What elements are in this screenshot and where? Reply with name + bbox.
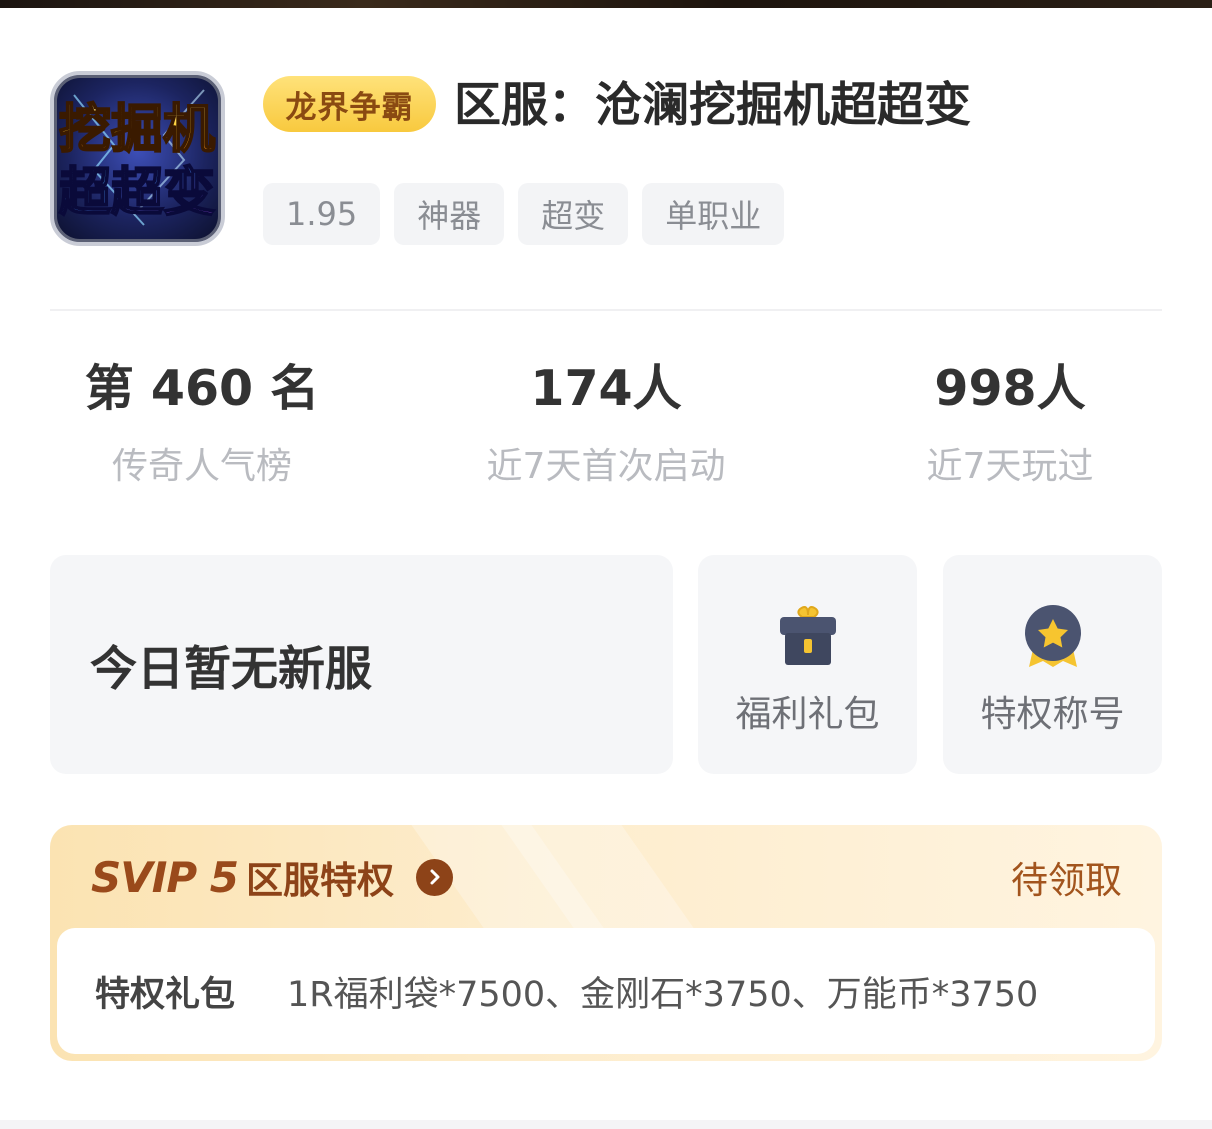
icon-text-line2: 超超变	[59, 163, 215, 223]
new-server-card[interactable]: 今日暂无新服	[50, 555, 673, 774]
bottom-divider	[0, 1120, 1212, 1129]
divider	[50, 309, 1162, 311]
tag-version[interactable]: 1.95	[263, 183, 381, 245]
stat-first-launch-value: 174人	[530, 360, 682, 417]
stat-ranking-label: 传奇人气榜	[111, 446, 292, 487]
tag-artifact[interactable]: 神器	[394, 183, 505, 245]
stat-ranking[interactable]: 第 460 名 传奇人气榜	[2, 356, 402, 492]
new-server-text: 今日暂无新服	[90, 642, 372, 697]
stat-ranking-value: 第 460 名	[84, 360, 320, 417]
medal-star-icon	[1024, 605, 1081, 667]
stat-played-value: 998人	[934, 360, 1086, 417]
svip-level-logo: SVIP 5	[91, 852, 239, 902]
stat-played: 998人 近7天玩过	[810, 356, 1210, 492]
guild-badge[interactable]: 龙界争霸	[263, 76, 436, 132]
chevron-right-icon[interactable]	[416, 858, 454, 896]
gift-box-icon	[779, 606, 836, 665]
svip-privilege-panel: SVIP 5 区服特权 待领取 特权礼包 1R福利袋*7500、金刚石*3750…	[50, 825, 1162, 1061]
gift-pack-label: 福利礼包	[735, 694, 880, 735]
stat-first-launch-label: 近7天首次启动	[486, 446, 726, 487]
perk-value: 1R福利袋*7500、金刚石*3750、万能币*3750	[287, 974, 1039, 1015]
perk-row: 特权礼包 1R福利袋*7500、金刚石*3750、万能币*3750	[57, 928, 1155, 1054]
game-icon: 挖掘机 超超变	[50, 71, 225, 246]
claim-status-button[interactable]: 待领取	[1011, 853, 1122, 902]
stat-first-launch: 174人 近7天首次启动	[406, 356, 806, 492]
icon-text-line1: 挖掘机	[59, 100, 215, 160]
tag-super-change[interactable]: 超变	[518, 183, 629, 245]
privilege-title-label: 特权称号	[980, 694, 1125, 735]
server-title: 区服：沧澜挖掘机超超变	[454, 78, 971, 133]
svip-header-link[interactable]: SVIP 5 区服特权	[91, 852, 454, 902]
perk-label: 特权礼包	[95, 974, 236, 1015]
privilege-title-card[interactable]: 特权称号	[943, 555, 1162, 774]
gift-pack-card[interactable]: 福利礼包	[698, 555, 917, 774]
top-banner-strip	[0, 0, 1212, 8]
stat-played-label: 近7天玩过	[926, 446, 1094, 487]
svip-title: 区服特权	[246, 859, 395, 902]
tag-single-class[interactable]: 单职业	[642, 183, 785, 245]
tag-list: 1.95 神器 超变 单职业	[263, 183, 785, 245]
